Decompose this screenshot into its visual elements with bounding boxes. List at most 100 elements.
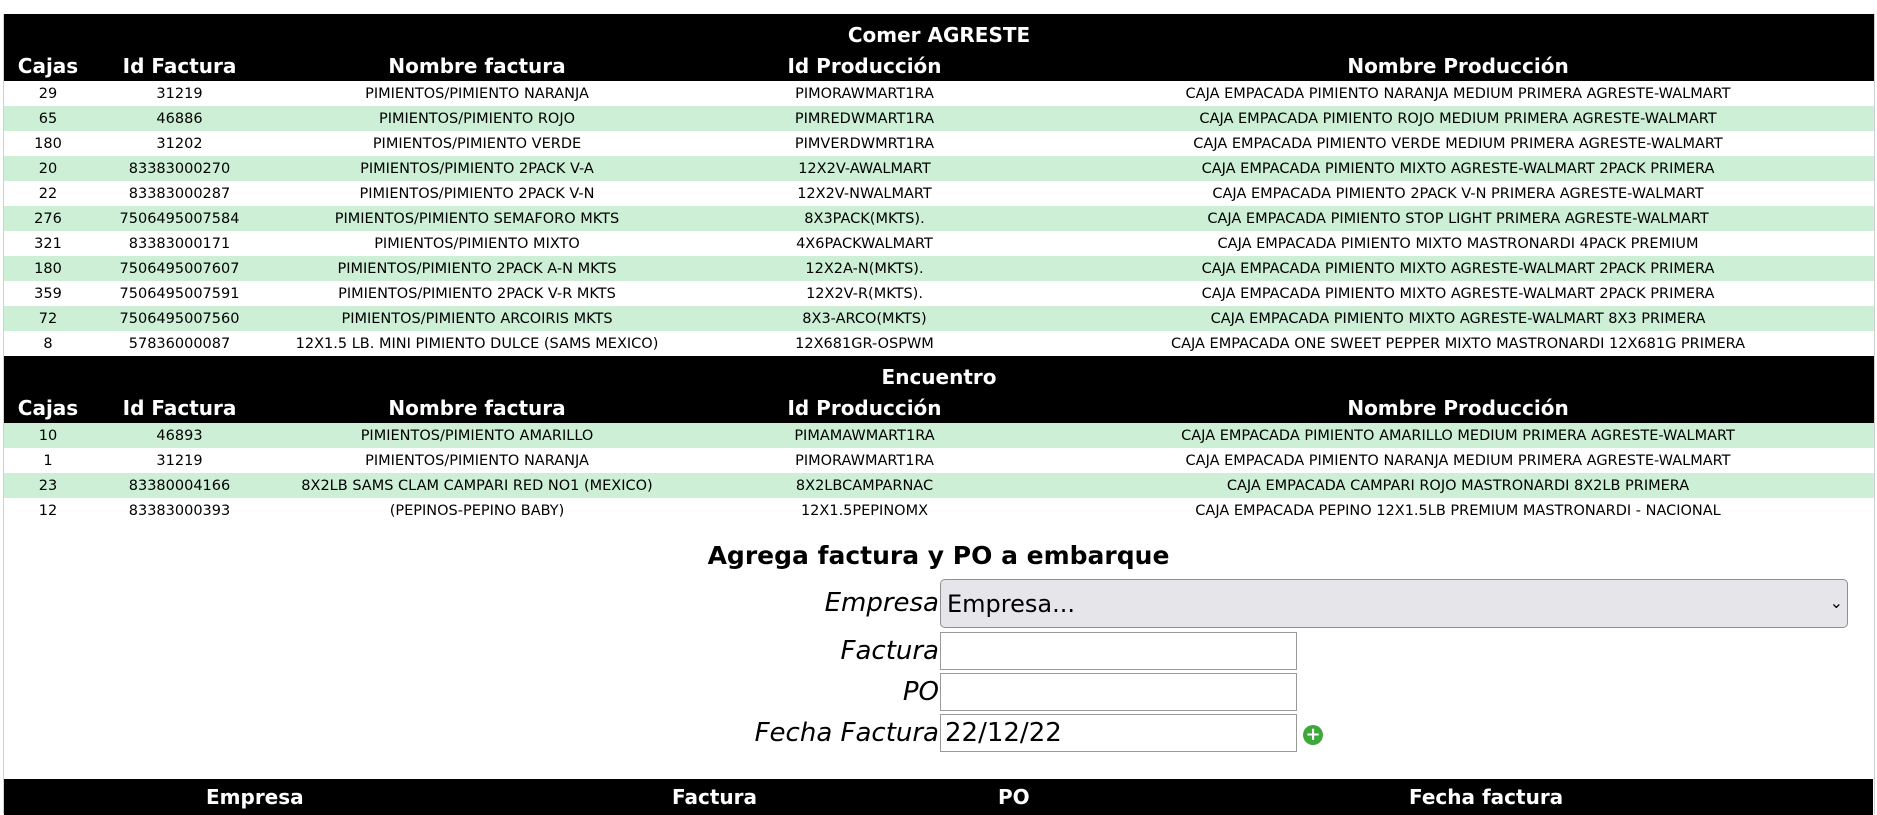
table-cell: 180 xyxy=(4,256,92,281)
table-cell: 83380004166 xyxy=(92,473,267,498)
footer-header-po: PO xyxy=(998,785,1030,809)
plus-circle-icon[interactable]: + xyxy=(1303,725,1323,745)
table-cell: PIMIENTOS/PIMIENTO 2PACK V-A xyxy=(267,156,687,181)
table-cell: CAJA EMPACADA PIMIENTO ROJO MEDIUM PRIME… xyxy=(1042,106,1875,131)
factura-input[interactable] xyxy=(940,632,1297,670)
table-cell: 8X3-ARCO(MKTS) xyxy=(687,306,1042,331)
po-label: PO xyxy=(902,677,939,707)
table-cell: 31219 xyxy=(156,85,203,102)
table-cell: 8 xyxy=(43,335,53,352)
table-cell: 321 xyxy=(34,235,62,252)
table-row: 321 83383000171 PIMIENTOS/PIMIENTO MIXTO 4X… xyxy=(4,231,1874,256)
table-cell: CAJA EMPACADA PIMIENTO MIXTO AGRESTE-WAL… xyxy=(1042,306,1875,331)
column-header: Cajas xyxy=(4,51,92,81)
content-frame: Comer AGRESTE Cajas Id Factura Nombre factu… xyxy=(3,14,1875,814)
table-row: 180 31202 PIMIENTOS/PIMIENTO VERDE PIMVERDW… xyxy=(4,131,1874,156)
table-row: 359 7506495007591 PIMIENTOS/PIMIENTO 2PACK… xyxy=(4,281,1874,306)
table-cell: CAJA EMPACADA PIMIENTO NARANJA MEDIUM PR… xyxy=(1185,452,1731,469)
table-cell: 8X3PACK(MKTS). xyxy=(687,206,1042,231)
empresa-select[interactable]: Empresa... ⌄ xyxy=(940,579,1848,628)
table-cell: PIMIENTOS/PIMIENTO MIXTO xyxy=(374,235,580,252)
form-heading: Agrega factura y PO a embarque xyxy=(707,541,1170,570)
table-cell: CAJA EMPACADA PIMIENTO VERDE MEDIUM PRIM… xyxy=(1193,135,1723,152)
table-cell: 29 xyxy=(38,85,58,102)
table-cell: CAJA EMPACADA PIMIENTO MIXTO AGRESTE-WAL… xyxy=(1042,156,1875,181)
table-cell: PIMIENTOS/PIMIENTO ROJO xyxy=(267,106,687,131)
column-header: Nombre Producción xyxy=(1042,51,1875,81)
table-cell: 10 xyxy=(4,423,92,448)
column-header: Id Producción xyxy=(687,393,1042,423)
table-cell: PIMIENTOS/PIMIENTO NARANJA xyxy=(365,85,589,102)
table-cell: 72 xyxy=(4,306,92,331)
table-cell: PIMORAWMART1RA xyxy=(795,452,934,469)
section-title-row: Comer AGRESTE xyxy=(4,14,1875,51)
invoice-list-header: Empresa Factura PO Fecha factura xyxy=(4,779,1873,815)
footer-header-empresa: Empresa xyxy=(206,785,304,809)
table-row: 72 7506495007560 PIMIENTOS/PIMIENTO ARCOIR… xyxy=(4,306,1875,331)
table-cell: CAJA EMPACADA PEPINO 12X1.5LB PREMIUM MA… xyxy=(1195,502,1721,519)
table-row: 10 46893 PIMIENTOS/PIMIENTO AMARILLO PIMAMA… xyxy=(4,423,1875,448)
table-cell: CAJA EMPACADA ONE SWEET PEPPER MIXTO MAS… xyxy=(1170,335,1746,352)
table-row: 12 83383000393 (PEPINOS-PEPINO BABY) 12X1.5… xyxy=(4,498,1874,523)
table-row: 276 7506495007584 PIMIENTOS/PIMIENTO SEMAF… xyxy=(4,206,1875,231)
fecha-factura-input[interactable]: 22/12/22 xyxy=(940,714,1297,752)
table-cell: 46893 xyxy=(92,423,267,448)
table-row: 8 57836000087 12X1.5 LB. MINI PIMIENTO DUL… xyxy=(4,331,1874,356)
table-cell: CAJA EMPACADA PIMIENTO NARANJA MEDIUM PR… xyxy=(1185,85,1731,102)
table-cell: 12X2V-AWALMART xyxy=(687,156,1042,181)
table-cell: PIMAMAWMART1RA xyxy=(687,423,1042,448)
column-header: Cajas xyxy=(4,393,92,423)
table-cell: 8X2LB SAMS CLAM CAMPARI RED NO1 (MEXICO) xyxy=(267,473,687,498)
table-row: 20 83383000270 PIMIENTOS/PIMIENTO 2PACK V-… xyxy=(4,156,1875,181)
column-header: Id Producción xyxy=(687,51,1042,81)
table-cell: 20 xyxy=(4,156,92,181)
column-header: Id Factura xyxy=(92,51,267,81)
table-cell: PIMORAWMART1RA xyxy=(795,85,934,102)
table-row: 1 31219 PIMIENTOS/PIMIENTO NARANJA PIMORAWM… xyxy=(4,448,1874,473)
table-cell: 31219 xyxy=(156,452,203,469)
table-cell: 83383000393 xyxy=(128,502,231,519)
table-row: 29 31219 PIMIENTOS/PIMIENTO NARANJA PIMORAW… xyxy=(4,81,1874,106)
empresa-label: Empresa xyxy=(824,588,939,618)
table-cell: PIMIENTOS/PIMIENTO NARANJA xyxy=(365,452,589,469)
table-cell: 4X6PACKWALMART xyxy=(796,235,933,252)
table-cell: PIMIENTOS/PIMIENTO AMARILLO xyxy=(267,423,687,448)
empresa-selected-value: Empresa... xyxy=(947,590,1075,618)
footer-header-fecha-factura: Fecha factura xyxy=(1409,785,1564,809)
section-title: Comer AGRESTE xyxy=(4,14,1875,51)
table-cell: PIMIENTOS/PIMIENTO 2PACK A-N MKTS xyxy=(267,256,687,281)
table-cell: 12X1.5 LB. MINI PIMIENTO DULCE (SAMS MEX… xyxy=(295,335,659,352)
table-row: 23 83380004166 8X2LB SAMS CLAM CAMPARI RED… xyxy=(4,473,1875,498)
table-cell: 46886 xyxy=(92,106,267,131)
table-cell: 1 xyxy=(43,452,53,469)
po-input[interactable] xyxy=(940,673,1297,711)
table-row: 22 83383000287 PIMIENTOS/PIMIENTO 2PACK V-… xyxy=(4,181,1874,206)
table-cell: PIMIENTOS/PIMIENTO SEMAFORO MKTS xyxy=(267,206,687,231)
table-cell: 7506495007607 xyxy=(92,256,267,281)
section-title: Encuentro xyxy=(4,356,1875,393)
table-cell: CAJA EMPACADA PIMIENTO MIXTO MASTRONARDI… xyxy=(1217,235,1699,252)
table-cell: PIMIENTOS/PIMIENTO 2PACK V-R MKTS xyxy=(338,285,616,302)
table-cell: 22 xyxy=(38,185,58,202)
table-cell: 83383000287 xyxy=(128,185,231,202)
table-cell: 12X2V-NWALMART xyxy=(797,185,932,202)
table-cell: 12X2A-N(MKTS). xyxy=(687,256,1042,281)
table-cell: CAJA EMPACADA PIMIENTO MIXTO AGRESTE-WAL… xyxy=(1042,256,1875,281)
column-header: Nombre factura xyxy=(267,393,687,423)
column-header-row: Cajas Id Factura Nombre factura Id Producci… xyxy=(4,51,1875,81)
table-cell: CAJA EMPACADA CAMPARI ROJO MASTRONARDI 8… xyxy=(1042,473,1875,498)
table-cell: PIMIENTOS/PIMIENTO ARCOIRIS MKTS xyxy=(267,306,687,331)
table-cell: PIMIENTOS/PIMIENTO VERDE xyxy=(372,135,582,152)
table-cell: 31202 xyxy=(156,135,203,152)
table-cell: PIMVERDWMRT1RA xyxy=(794,135,935,152)
fecha-factura-label: Fecha Factura xyxy=(754,718,939,748)
factura-label: Factura xyxy=(840,636,939,666)
table-cell: 83383000171 xyxy=(128,235,231,252)
table-cell: 180 xyxy=(34,135,62,152)
table-cell: 276 xyxy=(4,206,92,231)
column-header: Id Factura xyxy=(92,393,267,423)
table-cell: 12 xyxy=(38,502,58,519)
table-cell: CAJA EMPACADA PIMIENTO MIXTO AGRESTE-WAL… xyxy=(1201,285,1715,302)
table-cell: PIMIENTOS/PIMIENTO 2PACK V-N xyxy=(359,185,595,202)
footer-header-factura: Factura xyxy=(672,785,757,809)
